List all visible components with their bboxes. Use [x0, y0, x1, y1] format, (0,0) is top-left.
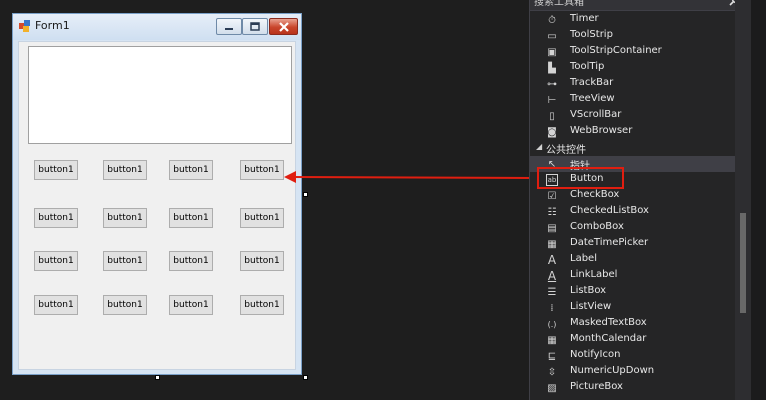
- trackbar-icon: ⊶: [547, 78, 557, 90]
- toolbox-item-label: MaskedTextBox: [570, 317, 647, 328]
- toolbox-item-checkbox[interactable]: ☑ CheckBox: [530, 188, 735, 204]
- toolbox-item-label: PictureBox: [570, 381, 623, 392]
- toolbox-item-label: NumericUpDown: [570, 365, 655, 376]
- treeview-icon: ⊢: [547, 94, 557, 106]
- toolbox-group-label: 公共控件: [546, 145, 586, 156]
- toolbox-item-label: MonthCalendar: [570, 333, 647, 344]
- combobox-icon: ▤: [547, 222, 557, 234]
- toolbox-item-label: ToolStripContainer: [570, 45, 662, 56]
- toolbox-item-timer[interactable]: ⏱ Timer: [530, 12, 735, 28]
- checkbox-icon: ☑: [547, 190, 557, 202]
- toolbox-item-label: ComboBox: [570, 221, 624, 232]
- maskedtextbox-icon: (.): [547, 319, 557, 329]
- stopwatch-icon: ⏱: [548, 14, 556, 26]
- collapse-triangle-icon[interactable]: ◢: [536, 142, 542, 151]
- datetimepicker-icon: ▦: [547, 238, 557, 250]
- checkedlistbox-icon: ☷: [547, 206, 557, 218]
- toolbox-item-label: LinkLabel: [570, 269, 618, 280]
- toolbox-item-toolstrip[interactable]: ▭ ToolStrip: [530, 28, 735, 44]
- listview-icon: ⁞: [550, 302, 554, 314]
- toolbox-item-label: Timer: [570, 13, 599, 24]
- toolbox-scrollbar[interactable]: [735, 0, 751, 400]
- toolbox-item-label[interactable]: A Label: [530, 252, 735, 268]
- linklabel-icon: A: [547, 269, 557, 283]
- scrollbar-thumb[interactable]: [740, 213, 746, 313]
- toolbox-item-label: ListView: [570, 301, 612, 312]
- monthcalendar-icon: ▦: [547, 334, 557, 346]
- toolbox-panel[interactable]: 搜索工具箱 ⏱ Timer ▭ ToolStrip ▣ ToolStripCon…: [529, 0, 751, 400]
- right-edge-panel: [751, 0, 766, 400]
- numericupdown-icon: ⇳: [547, 366, 557, 378]
- picturebox-icon: ▨: [547, 382, 557, 394]
- toolbox-item-label: NotifyIcon: [570, 349, 621, 360]
- toolbox-item-vscrollbar[interactable]: ▯ VScrollBar: [530, 108, 735, 124]
- toolbox-item-label: Label: [570, 253, 597, 264]
- listbox-icon: ☰: [547, 286, 557, 298]
- toolbox-item-checkedlistbox[interactable]: ☷ CheckedListBox: [530, 204, 735, 220]
- toolbox-item-numericupdown[interactable]: ⇳ NumericUpDown: [530, 364, 735, 380]
- toolbox-item-webbrowser[interactable]: ◙ WebBrowser: [530, 124, 735, 140]
- notifyicon-icon: ⊑: [547, 350, 557, 362]
- toolbox-item-combobox[interactable]: ▤ ComboBox: [530, 220, 735, 236]
- toolbox-item-label: WebBrowser: [570, 125, 633, 136]
- button-highlight-annotation: [537, 167, 624, 189]
- toolbox-item-label: ToolStrip: [570, 29, 613, 40]
- toolbox-item-label: ToolTip: [570, 61, 605, 72]
- webbrowser-icon: ◙: [547, 126, 557, 138]
- toolbox-item-tooltip[interactable]: ▙ ToolTip: [530, 60, 735, 76]
- toolbox-search-input[interactable]: 搜索工具箱: [534, 0, 584, 8]
- toolbox-item-trackbar[interactable]: ⊶ TrackBar: [530, 76, 735, 92]
- vscrollbar-icon: ▯: [549, 110, 555, 122]
- toolbox-item-label: CheckBox: [570, 189, 620, 200]
- toolbox-search-bar[interactable]: 搜索工具箱: [530, 0, 751, 11]
- toolbox-item-listbox[interactable]: ☰ ListBox: [530, 284, 735, 300]
- toolbox-item-linklabel[interactable]: A LinkLabel: [530, 268, 735, 284]
- toolbox-item-maskedtextbox[interactable]: (.) MaskedTextBox: [530, 316, 735, 332]
- toolbox-item-treeview[interactable]: ⊢ TreeView: [530, 92, 735, 108]
- toolbox-item-picturebox[interactable]: ▨ PictureBox: [530, 380, 735, 396]
- toolbox-item-datetimepicker[interactable]: ▦ DateTimePicker: [530, 236, 735, 252]
- label-icon: A: [547, 253, 557, 267]
- toolstripcontainer-icon: ▣: [547, 46, 557, 58]
- toolbox-item-monthcalendar[interactable]: ▦ MonthCalendar: [530, 332, 735, 348]
- toolbox-item-label: CheckedListBox: [570, 205, 649, 216]
- toolstrip-icon: ▭: [547, 30, 557, 42]
- toolbox-item-label: DateTimePicker: [570, 237, 649, 248]
- toolbox-item-toolstripcontainer[interactable]: ▣ ToolStripContainer: [530, 44, 735, 60]
- toolbox-item-listview[interactable]: ⁞ ListView: [530, 300, 735, 316]
- toolbox-item-label: VScrollBar: [570, 109, 622, 120]
- toolbox-item-label: TrackBar: [570, 77, 614, 88]
- toolbox-item-notifyicon[interactable]: ⊑ NotifyIcon: [530, 348, 735, 364]
- tooltip-icon: ▙: [548, 62, 556, 74]
- toolbox-group-common-controls[interactable]: ◢ 公共控件: [530, 140, 735, 156]
- toolbox-item-label: TreeView: [570, 93, 615, 104]
- toolbox-item-label: ListBox: [570, 285, 607, 296]
